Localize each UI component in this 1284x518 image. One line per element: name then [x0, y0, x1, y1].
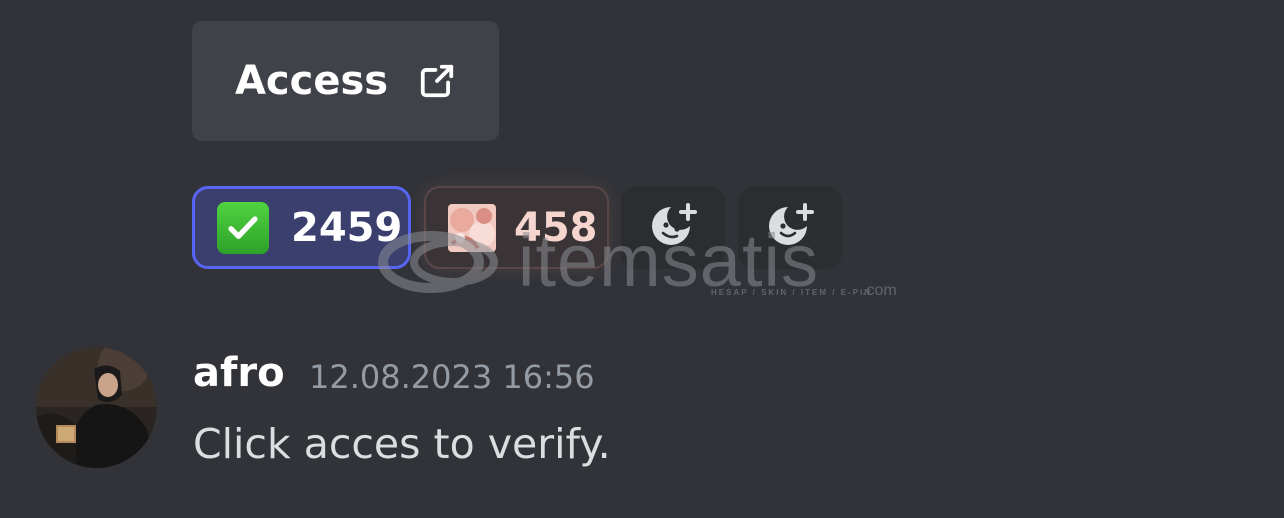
message-timestamp: 12.08.2023 16:56 [309, 358, 595, 396]
access-button[interactable]: Access [192, 21, 499, 141]
custom-emoji-image [448, 203, 496, 252]
reaction-custom[interactable]: 458 [424, 186, 609, 269]
white-check-mark-icon [217, 201, 269, 254]
add-reaction-icon [646, 199, 700, 257]
watermark-tagline: HESAP / SKIN / ITEM / E-PIN [711, 288, 872, 297]
access-button-label: Access [234, 58, 389, 104]
avatar[interactable] [36, 347, 157, 468]
reaction-count: 458 [514, 204, 598, 251]
watermark-suffix: .com [862, 282, 897, 299]
add-reaction-icon [763, 199, 817, 257]
add-reaction-button[interactable] [738, 186, 842, 269]
username[interactable]: afro [193, 350, 285, 396]
reaction-count: 2459 [291, 204, 403, 251]
add-reaction-button[interactable] [621, 186, 725, 269]
external-link-icon [418, 62, 456, 100]
message-text: Click acces to verify. [193, 420, 611, 468]
reaction-check[interactable]: 2459 [192, 186, 411, 269]
